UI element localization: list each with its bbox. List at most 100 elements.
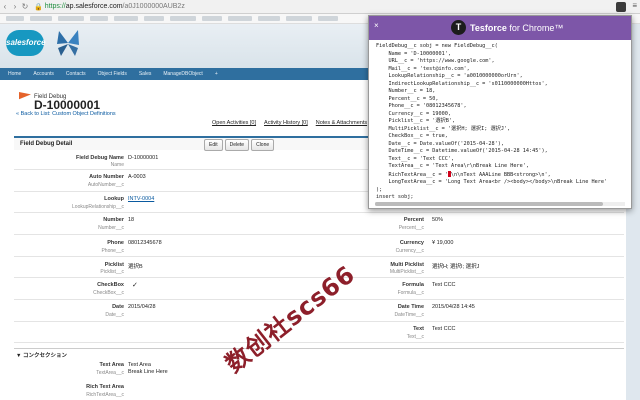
edit-button[interactable]: Edit xyxy=(204,139,223,151)
lookup-link[interactable]: INTV-0004 xyxy=(128,196,154,202)
field-value: ¥ 19,000 xyxy=(432,240,454,246)
scrollbar-thumb[interactable] xyxy=(375,202,603,206)
url-host: ap.salesforce.com xyxy=(65,3,123,10)
tab-accounts[interactable]: Accounts xyxy=(33,71,54,77)
browser-window: ‹ › ↻ 🔒 https://ap.salesforce.com/a0J100… xyxy=(0,0,640,400)
field-api-name: Date__c xyxy=(105,312,124,318)
code-text: \n\nText AAALine BBB<strong>\n', xyxy=(450,171,551,178)
bookmark-item[interactable] xyxy=(114,16,138,21)
code-line: LookupRelationship__c = 'a0010000000orUr… xyxy=(376,73,523,79)
url-path: /a0J1000000AUB2z xyxy=(122,3,185,10)
code-line: Number__c = 18, xyxy=(376,88,436,94)
code-line: Mail__c = 'test@info.com', xyxy=(376,65,470,72)
code-line: Picklist__c = '選択B', xyxy=(376,118,456,124)
field-label: Text Area xyxy=(99,362,124,368)
field-value: 2015/04/28 xyxy=(128,304,156,310)
back-to-list-link[interactable]: « Back to List: Custom Object Definition… xyxy=(16,111,116,117)
related-links: Open Activities [0] Activity History [0]… xyxy=(212,120,367,126)
bookmark-item[interactable] xyxy=(144,16,164,21)
field-api-name: Phone__c xyxy=(101,248,124,254)
popup-title-sub: for Chrome™ xyxy=(506,23,564,33)
field-row: Text Text__c Text CCC xyxy=(14,323,624,343)
delete-button[interactable]: Delete xyxy=(224,139,250,151)
field-api-name: AutoNumber__c xyxy=(87,182,124,188)
popup-title-main: Tesforce xyxy=(470,23,507,33)
field-api-name: Percent__c xyxy=(398,225,424,231)
bookmark-item[interactable] xyxy=(30,16,52,21)
bookmark-item[interactable] xyxy=(202,16,222,21)
field-value: Text CCC xyxy=(432,326,456,332)
extension-icon[interactable] xyxy=(616,2,626,12)
field-api-name: CheckBox__c xyxy=(93,290,124,296)
field-api-name: DateTime__c xyxy=(394,312,424,318)
code-line: FieldDebug__c sobj = new FieldDebug__c( xyxy=(376,43,498,49)
flag-icon xyxy=(19,92,31,100)
url-scheme: https:// xyxy=(44,3,66,10)
code-line: Text__c = 'Text CCC', xyxy=(376,155,455,162)
field-row: Phone Phone__c 08012345678 Currency Curr… xyxy=(14,236,624,257)
menu-icon[interactable]: ≡ xyxy=(632,1,637,10)
url-text[interactable]: https://ap.salesforce.com/a0J1000000AUB2… xyxy=(45,3,185,10)
apex-code[interactable]: FieldDebug__c sobj = new FieldDebug__c( … xyxy=(376,43,628,202)
field-api-name: Text__c xyxy=(406,334,424,340)
code-line: Name = 'D-10000001', xyxy=(376,50,451,57)
tab-manage-db-object[interactable]: ManageDBObject xyxy=(163,71,202,77)
tab-contacts[interactable]: Contacts xyxy=(66,71,86,77)
checkbox-checked-icon: ✓ xyxy=(132,282,138,289)
code-text: RichTextArea__c = ' xyxy=(376,171,448,178)
detail-title: Field Debug Detail xyxy=(20,141,73,147)
field-value: 08012345678 xyxy=(128,240,162,246)
code-line-with-cursor: RichTextArea__c = ' \n\nText AAALine BBB<… xyxy=(376,170,628,180)
code-line: LongTextArea__c = 'Long Text Area<br /><… xyxy=(376,179,608,185)
field-label: Rich Text Area xyxy=(86,384,124,390)
bookmark-item[interactable] xyxy=(6,16,24,21)
back-icon[interactable]: ‹ xyxy=(0,2,10,11)
address-bar[interactable]: ‹ › ↻ 🔒 https://ap.salesforce.com/a0J100… xyxy=(0,0,640,14)
popup-title: Tesforce for Chrome™ xyxy=(470,23,563,33)
tab-sales[interactable]: Sales xyxy=(139,71,152,77)
field-value: Break Line Here xyxy=(128,369,168,375)
reload-icon[interactable]: ↻ xyxy=(20,2,30,11)
bookmark-item[interactable] xyxy=(228,16,252,21)
field-label: CheckBox xyxy=(97,282,124,288)
field-api-name: RichTextArea__c xyxy=(86,392,124,398)
tab-object-fields[interactable]: Object Fields xyxy=(98,71,127,77)
bookmark-item[interactable] xyxy=(318,16,338,21)
field-label: Number xyxy=(103,217,124,223)
field-value: 50% xyxy=(432,217,444,223)
field-value: Text Area xyxy=(128,362,151,368)
field-row: Number Number__c 18 Percent Percent__c 5… xyxy=(14,214,624,235)
section-header[interactable]: ▼ コンクセクション xyxy=(14,348,624,359)
tab-home[interactable]: Home xyxy=(8,71,21,77)
notes-attachments-link[interactable]: Notes & Attachments xyxy=(316,120,367,126)
forward-icon[interactable]: › xyxy=(10,2,20,11)
bookmark-item[interactable] xyxy=(58,16,84,21)
page-title: D-10000001 xyxy=(34,98,101,112)
tab-add[interactable]: + xyxy=(215,71,218,77)
field-value: 2015/04/28 14:45 xyxy=(432,304,475,310)
bookmark-item[interactable] xyxy=(286,16,312,21)
bookmark-item[interactable] xyxy=(170,16,196,21)
tesforce-logo-icon: T xyxy=(451,20,466,35)
field-value: 選択H; 選択I; 選択J xyxy=(432,264,480,270)
close-icon[interactable]: × xyxy=(374,21,379,30)
activity-history-link[interactable]: Activity History [0] xyxy=(264,120,308,126)
code-line: insert sobj; xyxy=(376,194,414,200)
field-label: Text xyxy=(413,326,424,332)
code-line: Phone__c = '08012345678', xyxy=(376,103,467,109)
field-value: 選択B xyxy=(128,264,143,270)
salesforce-logo[interactable]: salesforce xyxy=(6,30,46,56)
code-line: URL__c = 'https://www.google.com', xyxy=(376,58,495,64)
section-title[interactable]: ▼ コンクセクション xyxy=(16,351,67,359)
code-line: Date__c = Date.valueOf('2015-04-28'), xyxy=(376,140,505,147)
bookmark-item[interactable] xyxy=(90,16,108,21)
bookmark-item[interactable] xyxy=(258,16,280,21)
code-line: ); xyxy=(376,186,383,193)
code-line: DateTime__c = Datetime.valueOf('2015-04-… xyxy=(376,148,548,154)
field-label: Picklist xyxy=(104,262,124,268)
field-label: Lookup xyxy=(104,196,124,202)
clone-button[interactable]: Clone xyxy=(251,139,275,151)
field-label: Percent xyxy=(403,217,424,223)
open-activities-link[interactable]: Open Activities [0] xyxy=(212,120,256,126)
horizontal-scrollbar[interactable] xyxy=(375,202,625,206)
